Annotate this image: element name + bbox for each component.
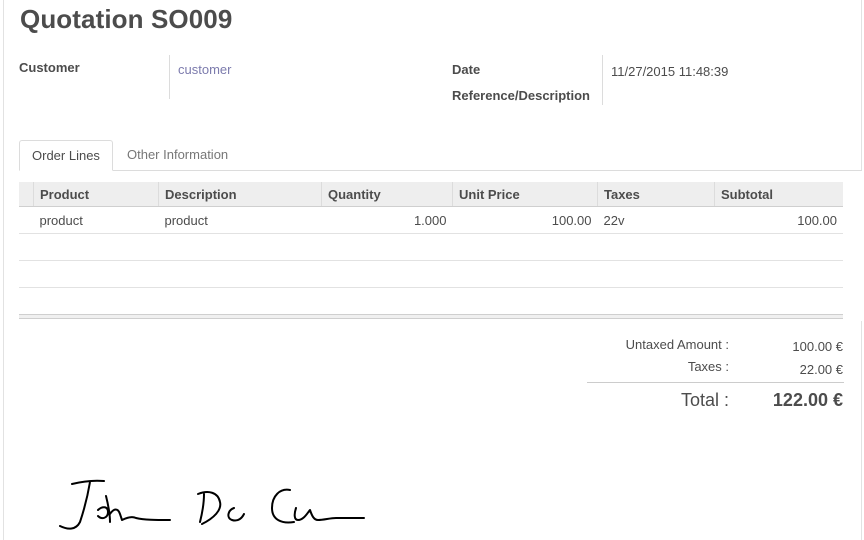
cell-taxes[interactable]: 22v <box>597 206 715 234</box>
order-lines-table: Product Description Quantity Unit Price … <box>19 182 843 315</box>
column-header-unit-price[interactable]: Unit Price <box>452 182 598 207</box>
untaxed-amount-label: Untaxed Amount : <box>625 337 729 352</box>
table-row-empty[interactable] <box>19 260 843 288</box>
tab-other-information[interactable]: Other Information <box>115 140 240 170</box>
row-gutter <box>19 287 34 315</box>
customer-link[interactable]: customer <box>178 62 231 77</box>
empty-cell <box>33 260 843 288</box>
column-header-subtotal[interactable]: Subtotal <box>714 182 843 207</box>
notebook-tabs: Order Lines Other Information <box>19 140 862 171</box>
date-label: Date <box>452 62 481 77</box>
column-header-quantity[interactable]: Quantity <box>321 182 453 207</box>
sheet-left-border <box>3 0 4 540</box>
page-title: Quotation SO009 <box>20 4 233 34</box>
column-header-taxes[interactable]: Taxes <box>597 182 715 207</box>
header-gutter <box>19 182 34 207</box>
cell-quantity[interactable]: 1.000 <box>321 206 453 234</box>
column-header-description[interactable]: Description <box>158 182 322 207</box>
row-gutter <box>19 260 34 288</box>
cell-product[interactable]: product <box>33 206 159 234</box>
tab-order-lines[interactable]: Order Lines <box>19 140 113 171</box>
totals-separator <box>587 382 844 383</box>
untaxed-amount-value: 100.00 € <box>792 339 843 354</box>
cell-unit-price[interactable]: 100.00 <box>452 206 598 234</box>
table-row-empty[interactable] <box>19 287 843 315</box>
taxes-label: Taxes : <box>687 359 729 374</box>
table-row[interactable]: product product 1.000 100.00 22v 100.00 <box>19 206 843 234</box>
signature-image <box>59 479 365 530</box>
empty-cell <box>33 287 843 315</box>
reference-label: Reference/Description <box>452 88 590 103</box>
row-gutter <box>19 206 34 234</box>
customer-divider <box>169 55 170 99</box>
table-row-empty[interactable] <box>19 233 843 261</box>
row-gutter <box>19 233 34 261</box>
form-sheet: Quotation SO009 Customer customer Date R… <box>0 0 864 540</box>
taxes-value: 22.00 € <box>799 362 843 377</box>
table-header-row: Product Description Quantity Unit Price … <box>19 182 843 207</box>
empty-cell <box>33 233 843 261</box>
date-value: 11/27/2015 11:48:39 <box>611 64 729 79</box>
total-value: 122.00 € <box>772 390 843 410</box>
table-footer <box>19 314 843 319</box>
column-header-product[interactable]: Product <box>33 182 159 207</box>
customer-label: Customer <box>19 60 80 75</box>
total-label: Total : <box>680 390 729 410</box>
cell-description[interactable]: product <box>158 206 322 234</box>
date-divider <box>602 55 603 105</box>
cell-subtotal[interactable]: 100.00 <box>714 206 843 234</box>
